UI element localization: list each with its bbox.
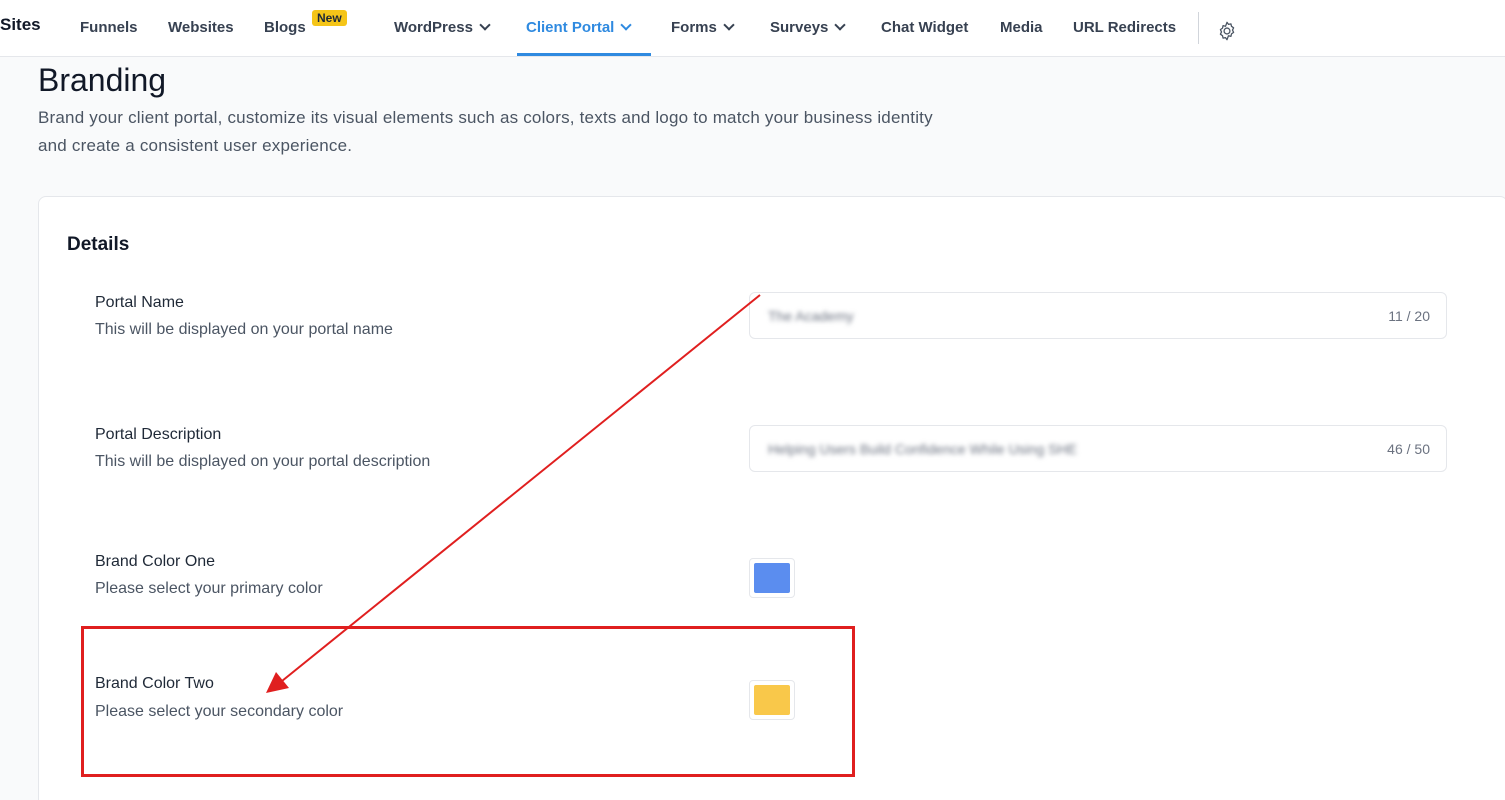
portal-description-help: This will be displayed on your portal de… [95,453,431,470]
nav-wordpress[interactable]: WordPress [394,19,491,37]
portal-description-value: Helping Users Build Confidence While Usi… [768,441,1077,457]
details-title: Details [67,234,130,255]
brand-color-one-picker[interactable] [749,558,795,598]
top-nav: Sites Funnels Websites Blogs New WordPre… [0,0,1505,57]
portal-name-label: Portal Name [95,294,184,311]
nav-websites[interactable]: Websites [168,19,234,37]
portal-name-counter: 11 / 20 [1388,308,1430,324]
chevron-down-icon [620,19,633,31]
annotation-highlight-box [81,626,855,777]
nav-chat-widget[interactable]: Chat Widget [881,19,968,37]
gear-icon[interactable] [1216,20,1238,42]
nav-wordpress-label: WordPress [394,19,473,36]
nav-client-portal-label: Client Portal [526,19,615,36]
page-title: Branding [38,62,167,98]
nav-forms-label: Forms [671,19,717,36]
nav-surveys[interactable]: Surveys [770,19,847,37]
portal-description-counter: 46 / 50 [1387,441,1430,457]
nav-blogs[interactable]: Blogs [264,19,306,37]
chevron-down-icon [834,19,847,31]
page-description: Brand your client portal, customize its … [38,108,933,155]
nav-url-redirects[interactable]: URL Redirects [1073,19,1176,37]
chevron-down-icon [479,19,491,31]
nav-media[interactable]: Media [1000,19,1043,37]
portal-name-value: The Academy [768,308,854,324]
nav-forms[interactable]: Forms [671,19,735,37]
nav-funnels[interactable]: Funnels [80,19,138,37]
app-title: Sites [0,15,41,34]
nav-client-portal[interactable]: Client Portal [526,19,633,37]
brand-color-one-help: Please select your primary color [95,580,323,597]
brand-color-one-swatch [754,563,790,593]
chevron-down-icon [723,19,735,31]
brand-color-one-label: Brand Color One [95,553,216,570]
active-tab-indicator [517,53,651,56]
nav-divider [1198,12,1199,44]
portal-description-input[interactable]: Helping Users Build Confidence While Usi… [749,425,1447,472]
nav-surveys-label: Surveys [770,19,829,36]
portal-name-help: This will be displayed on your portal na… [95,321,393,338]
new-badge: New [312,10,347,26]
portal-description-label: Portal Description [95,426,222,443]
portal-name-input[interactable]: The Academy 11 / 20 [749,292,1447,339]
